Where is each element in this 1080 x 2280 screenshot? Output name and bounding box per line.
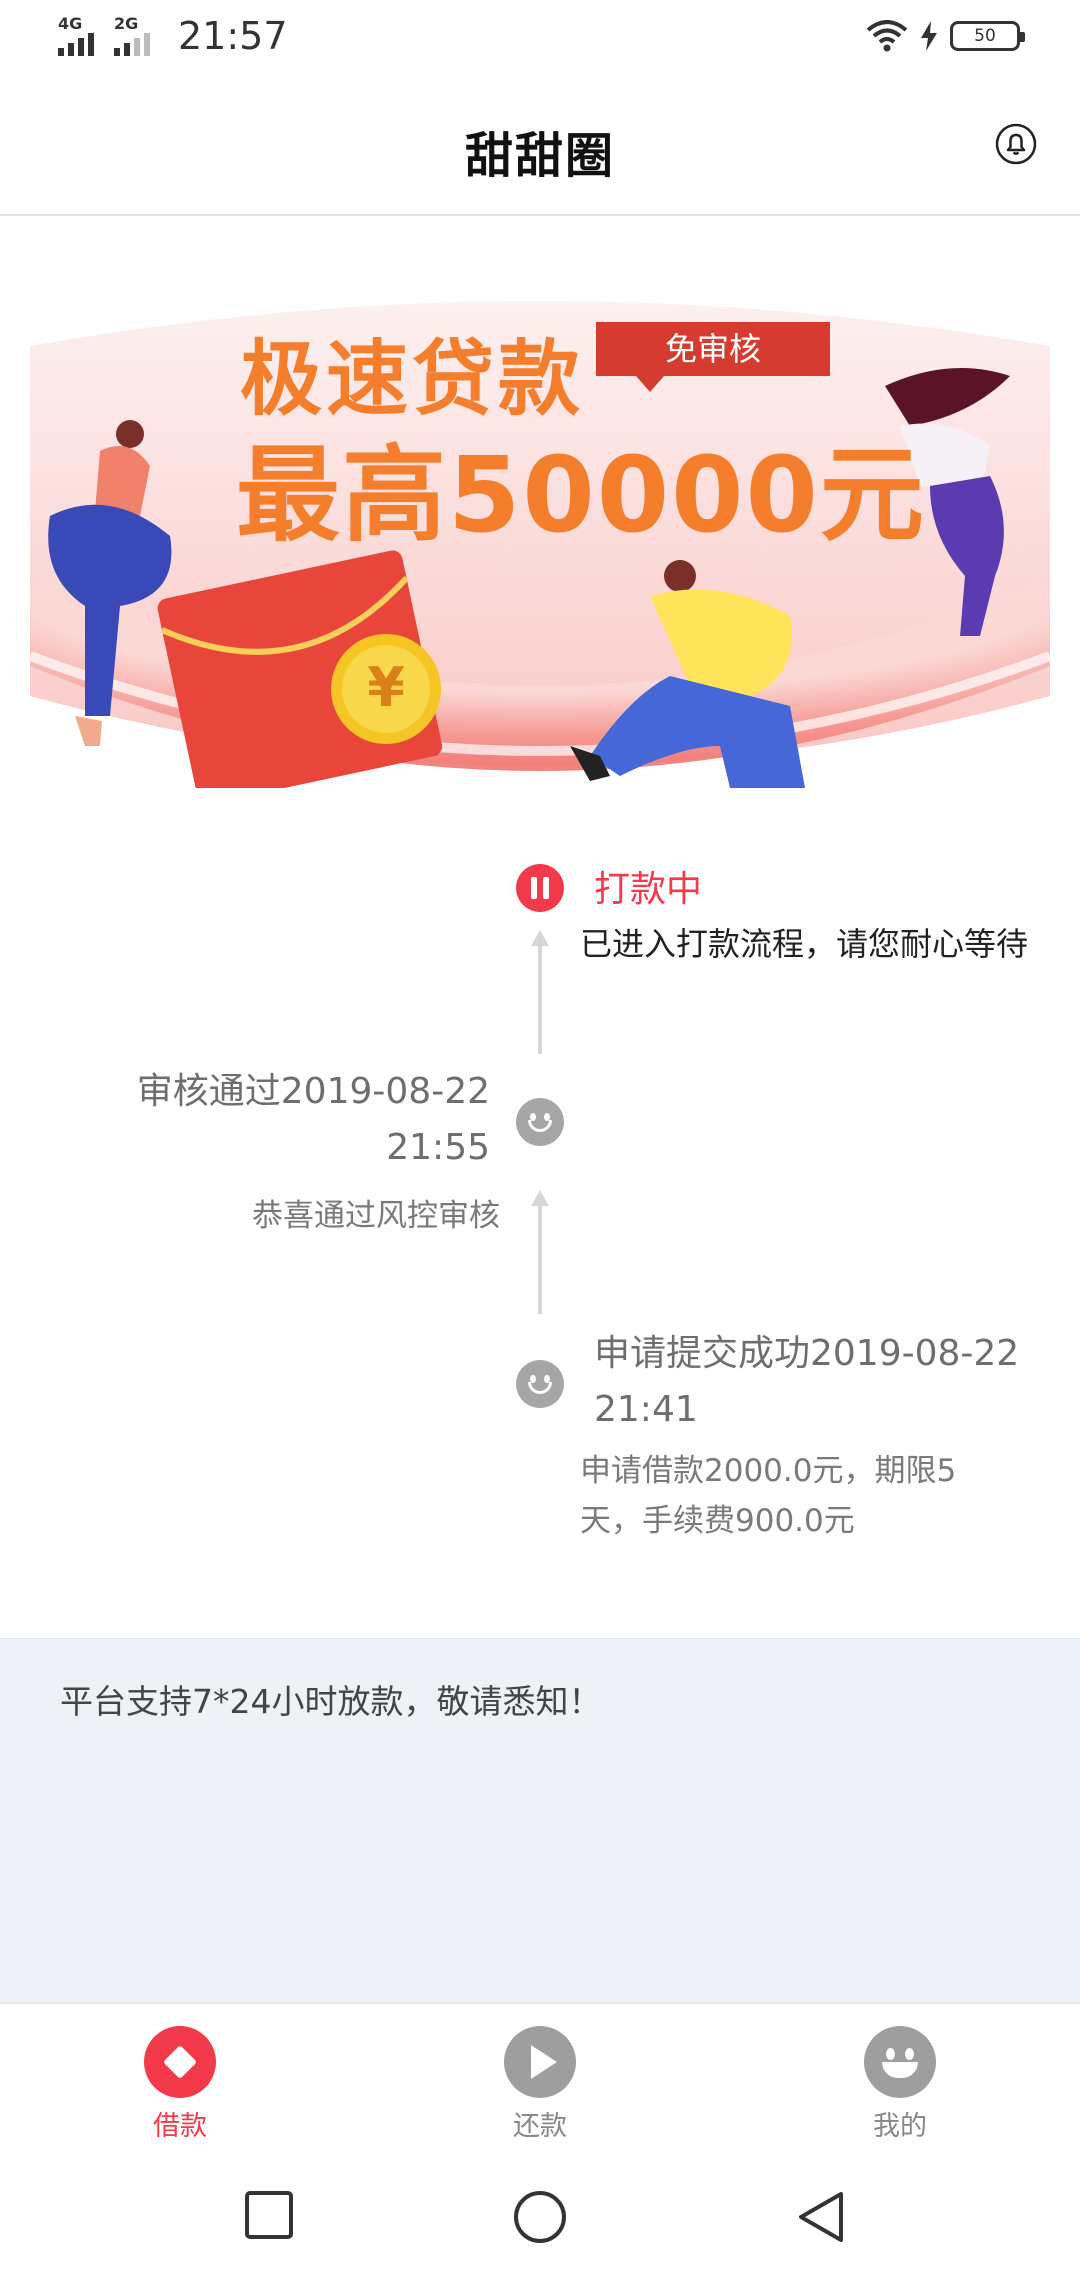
status-bar: 4G 2G 21:57 50 bbox=[0, 0, 1080, 80]
battery-icon: 50 bbox=[950, 21, 1025, 51]
signal-icon: 4G bbox=[58, 14, 104, 56]
status-right: 50 bbox=[866, 20, 1025, 52]
notice-panel: 平台支持7*24小时放款，敬请悉知！ bbox=[0, 1638, 1080, 2002]
smile-icon bbox=[516, 1098, 564, 1146]
loan-icon bbox=[144, 2026, 216, 2098]
app-header: 甜甜圈 bbox=[0, 80, 1080, 216]
signal-icon: 2G bbox=[114, 14, 160, 56]
home-button[interactable] bbox=[513, 2190, 567, 2244]
timeline-status-title: 打款中 bbox=[594, 869, 703, 910]
profile-icon bbox=[864, 2026, 936, 2098]
battery-level: 50 bbox=[974, 26, 996, 46]
charging-icon bbox=[921, 21, 937, 51]
tab-repay-label: 还款 bbox=[513, 2111, 567, 2142]
timeline-connector bbox=[538, 1204, 542, 1314]
promo-banner[interactable]: 极速贷款 免审核 最高50000元 ¥ bbox=[30, 276, 1050, 788]
pause-icon bbox=[516, 864, 564, 912]
wifi-icon bbox=[866, 20, 908, 52]
recent-apps-button[interactable] bbox=[244, 2190, 294, 2240]
tab-mine-label: 我的 bbox=[873, 2111, 927, 2142]
status-time: 21:57 bbox=[178, 14, 288, 58]
notice-text: 平台支持7*24小时放款，敬请悉知！ bbox=[60, 1682, 602, 1721]
status-left: 4G 2G 21:57 bbox=[58, 14, 288, 56]
timeline-connector bbox=[538, 944, 542, 1054]
tab-loan-label: 借款 bbox=[153, 2111, 207, 2142]
bell-icon[interactable] bbox=[994, 122, 1038, 166]
timeline-status-desc: 已进入打款流程，请您耐心等待 bbox=[580, 925, 1029, 963]
timeline-submitted-title: 申请提交成功2019-08-22 21:41 bbox=[594, 1333, 1020, 1430]
timeline-approved-desc: 恭喜通过风控审核 bbox=[252, 1198, 500, 1234]
coin-yen-symbol: ¥ bbox=[367, 656, 405, 719]
system-nav-bar bbox=[0, 2152, 1080, 2280]
smile-icon bbox=[516, 1360, 564, 1408]
bottom-nav: 借款 还款 我的 bbox=[0, 2002, 1080, 2152]
signal-type-1: 4G bbox=[58, 14, 83, 33]
banner-amount: 最高50000元 bbox=[236, 434, 926, 556]
back-button[interactable] bbox=[796, 2190, 846, 2244]
timeline-submitted-desc: 申请借款2000.0元，期限5天，手续费900.0元 bbox=[580, 1453, 957, 1539]
timeline-approved-title: 审核通过2019-08-22 21:55 bbox=[136, 1071, 490, 1168]
banner-badge: 免审核 bbox=[596, 322, 830, 392]
signal-type-2: 2G bbox=[114, 14, 139, 33]
tab-mine[interactable]: 我的 bbox=[810, 2026, 990, 2143]
page-title: 甜甜圈 bbox=[464, 128, 615, 184]
tab-loan[interactable]: 借款 bbox=[90, 2026, 270, 2143]
tab-repay[interactable]: 还款 bbox=[450, 2026, 630, 2143]
play-icon bbox=[504, 2026, 576, 2098]
